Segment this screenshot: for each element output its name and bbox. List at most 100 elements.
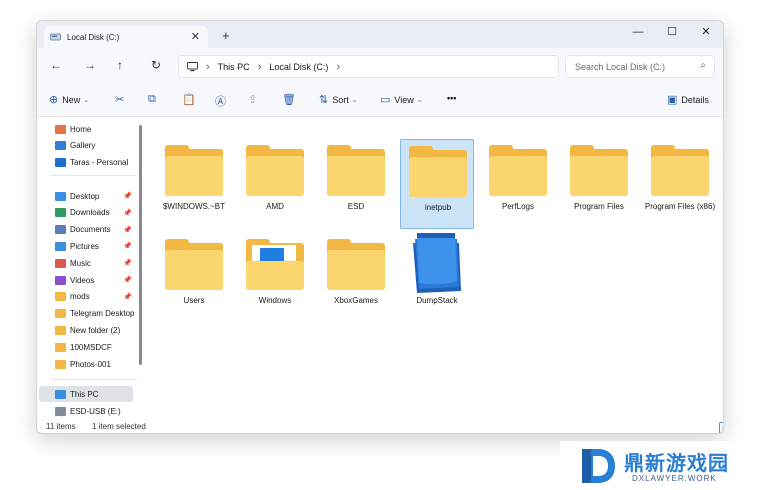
file-item-inetpub[interactable]: inetpub — [400, 139, 474, 229]
music-icon — [55, 258, 66, 268]
file-item-users[interactable]: Users — [157, 233, 231, 323]
watermark-subtitle: DXLAWYER.WORK — [632, 474, 717, 483]
sidebar-item-music[interactable]: Music 📌 — [55, 256, 132, 270]
folder-icon — [165, 145, 223, 196]
sidebar-item-100msdcf[interactable]: 100MSDCF — [55, 340, 112, 354]
folder-icon — [327, 145, 385, 196]
folder-front — [651, 156, 709, 196]
paste-button[interactable]: 📋 — [182, 93, 200, 106]
scissors-icon: ✂ — [115, 94, 125, 106]
forward-button[interactable]: → — [84, 58, 96, 72]
details-pane-button[interactable]: ▣ Details — [667, 93, 709, 106]
tab-local-disk[interactable]: Local Disk (C:) ✕ — [44, 26, 208, 48]
sidebar-scrollbar[interactable] — [139, 125, 142, 365]
sort-label: Sort — [332, 94, 349, 105]
file-name: DumpStack — [416, 296, 458, 305]
sidebar-item-taras-personal[interactable]: Taras - Personal — [55, 156, 128, 170]
sort-button[interactable]: ⇅ Sort ⌄ — [319, 93, 358, 106]
rename-icon: Ⓐ — [215, 96, 226, 108]
desktop-icon — [55, 191, 66, 201]
breadcrumb-local-disk[interactable]: Local Disk (C:) — [269, 62, 328, 72]
title-bar: Local Disk (C:) ✕ + — ☐ ✕ — [37, 21, 723, 48]
up-button[interactable]: ↑ — [117, 58, 123, 72]
folder-front — [165, 156, 223, 196]
file-name: AMD — [266, 202, 284, 211]
delete-button[interactable]: 🗑 — [282, 93, 300, 106]
pin-icon: 📌 — [123, 226, 132, 234]
maximize-button[interactable]: ☐ — [655, 21, 689, 45]
sidebar-item-documents[interactable]: Documents 📌 — [55, 223, 132, 237]
new-label: New — [62, 94, 81, 105]
refresh-button[interactable]: ↻ — [151, 58, 161, 72]
file-item-program-files[interactable]: Program Files — [562, 139, 636, 229]
sidebar-item-gallery[interactable]: Gallery — [55, 139, 95, 153]
sidebar-item-mods[interactable]: mods 📌 — [55, 290, 132, 304]
folder-front — [489, 156, 547, 196]
large-icons-view-icon[interactable]: ▢ — [719, 422, 723, 433]
sidebar-item-downloads[interactable]: Downloads 📌 — [55, 206, 132, 220]
file-name: Program Files — [574, 202, 624, 211]
new-tab-button[interactable]: + — [222, 28, 230, 43]
file-item-windows-bt[interactable]: $WINDOWS.~BT — [157, 139, 231, 229]
watermark-title: 鼎新游戏园 — [624, 451, 729, 475]
minimize-button[interactable]: — — [621, 21, 655, 45]
pin-icon: 📌 — [123, 293, 132, 301]
more-options-button[interactable]: ••• — [447, 93, 456, 103]
navigation-pane: Home Gallery Taras - Personal Desktop 📌 Down… — [37, 117, 144, 417]
pin-icon: 📌 — [123, 277, 132, 284]
file-name: XboxGames — [333, 296, 379, 305]
chevron-right-icon: › — [336, 60, 341, 73]
sidebar-item-label: 100MSDCF — [70, 342, 112, 352]
share-icon: ⇪ — [248, 94, 258, 106]
dumpstack-file-icon — [413, 233, 461, 293]
folder-icon — [327, 239, 385, 290]
cut-button[interactable]: ✂ — [115, 93, 128, 106]
search-placeholder: Search Local Disk (C:) — [575, 61, 666, 72]
status-bar: 11 items 1 item selected ☰ ▢ — [37, 419, 723, 433]
close-button[interactable]: ✕ — [689, 21, 723, 45]
watermark-logo — [582, 449, 615, 483]
pin-icon: 📌 — [123, 243, 132, 251]
chevron-down-icon: ⌄ — [351, 96, 358, 104]
rename-button[interactable]: Ⓐ — [215, 93, 230, 109]
chevron-right-icon: › — [206, 60, 210, 73]
file-name: PerfLogs — [501, 202, 535, 211]
sidebar-item-label: Music — [70, 258, 91, 268]
sidebar-item-pictures[interactable]: Pictures 📌 — [55, 239, 132, 253]
sidebar-item-desktop[interactable]: Desktop 📌 — [55, 189, 132, 203]
breadcrumb-this-pc[interactable]: This PC — [218, 62, 250, 72]
sidebar-item-new-folder-2[interactable]: New folder (2) — [55, 323, 120, 337]
new-button[interactable]: ⊕ New ⌄ — [49, 93, 89, 106]
sidebar-item-photos-001[interactable]: Photos-001 — [55, 357, 111, 371]
pin-icon: 📌 — [123, 260, 132, 268]
address-bar[interactable]: › This PC › Local Disk (C:) › — [178, 55, 559, 78]
drive-icon — [50, 33, 61, 40]
file-item-perflogs[interactable]: PerfLogs — [481, 139, 555, 229]
sidebar-item-label: New folder (2) — [70, 325, 121, 335]
view-button[interactable]: ▭ View ⌄ — [380, 93, 423, 106]
file-item-dumpstack[interactable]: DumpStack — [400, 233, 474, 323]
copy-button[interactable]: ⧉ — [148, 93, 160, 106]
share-button[interactable]: ⇪ — [248, 93, 261, 106]
computer-icon — [187, 61, 198, 71]
file-item-program-files-x86[interactable]: Program Files (x86) — [643, 139, 717, 229]
sidebar-item-this-pc[interactable]: This PC — [55, 387, 98, 401]
sidebar-item-home[interactable]: Home — [55, 122, 91, 136]
watermark: 鼎新游戏园 DXLAWYER.WORK — [560, 441, 760, 490]
sidebar-item-label: Photos-001 — [70, 359, 111, 369]
folder-icon — [55, 342, 66, 352]
details-label: Details — [681, 94, 709, 105]
folder-icon — [651, 145, 709, 196]
folder-front — [246, 156, 304, 196]
sidebar-item-usb-drive[interactable]: ESD-USB (E:) — [55, 404, 121, 418]
file-item-xboxgames[interactable]: XboxGames — [319, 233, 393, 323]
file-item-esd[interactable]: ESD — [319, 139, 393, 229]
file-item-windows[interactable]: Windows — [238, 233, 312, 323]
search-input[interactable]: Search Local Disk (C:) ⌕ — [565, 55, 715, 78]
back-button[interactable]: ← — [50, 58, 62, 72]
file-item-amd[interactable]: AMD — [238, 139, 312, 229]
sidebar-item-telegram-desktop[interactable]: Telegram Desktop — [55, 307, 134, 321]
tab-close-icon[interactable]: ✕ — [191, 30, 200, 43]
file-name: ESD — [347, 202, 365, 211]
sidebar-item-videos[interactable]: Videos 📌 — [55, 273, 132, 287]
